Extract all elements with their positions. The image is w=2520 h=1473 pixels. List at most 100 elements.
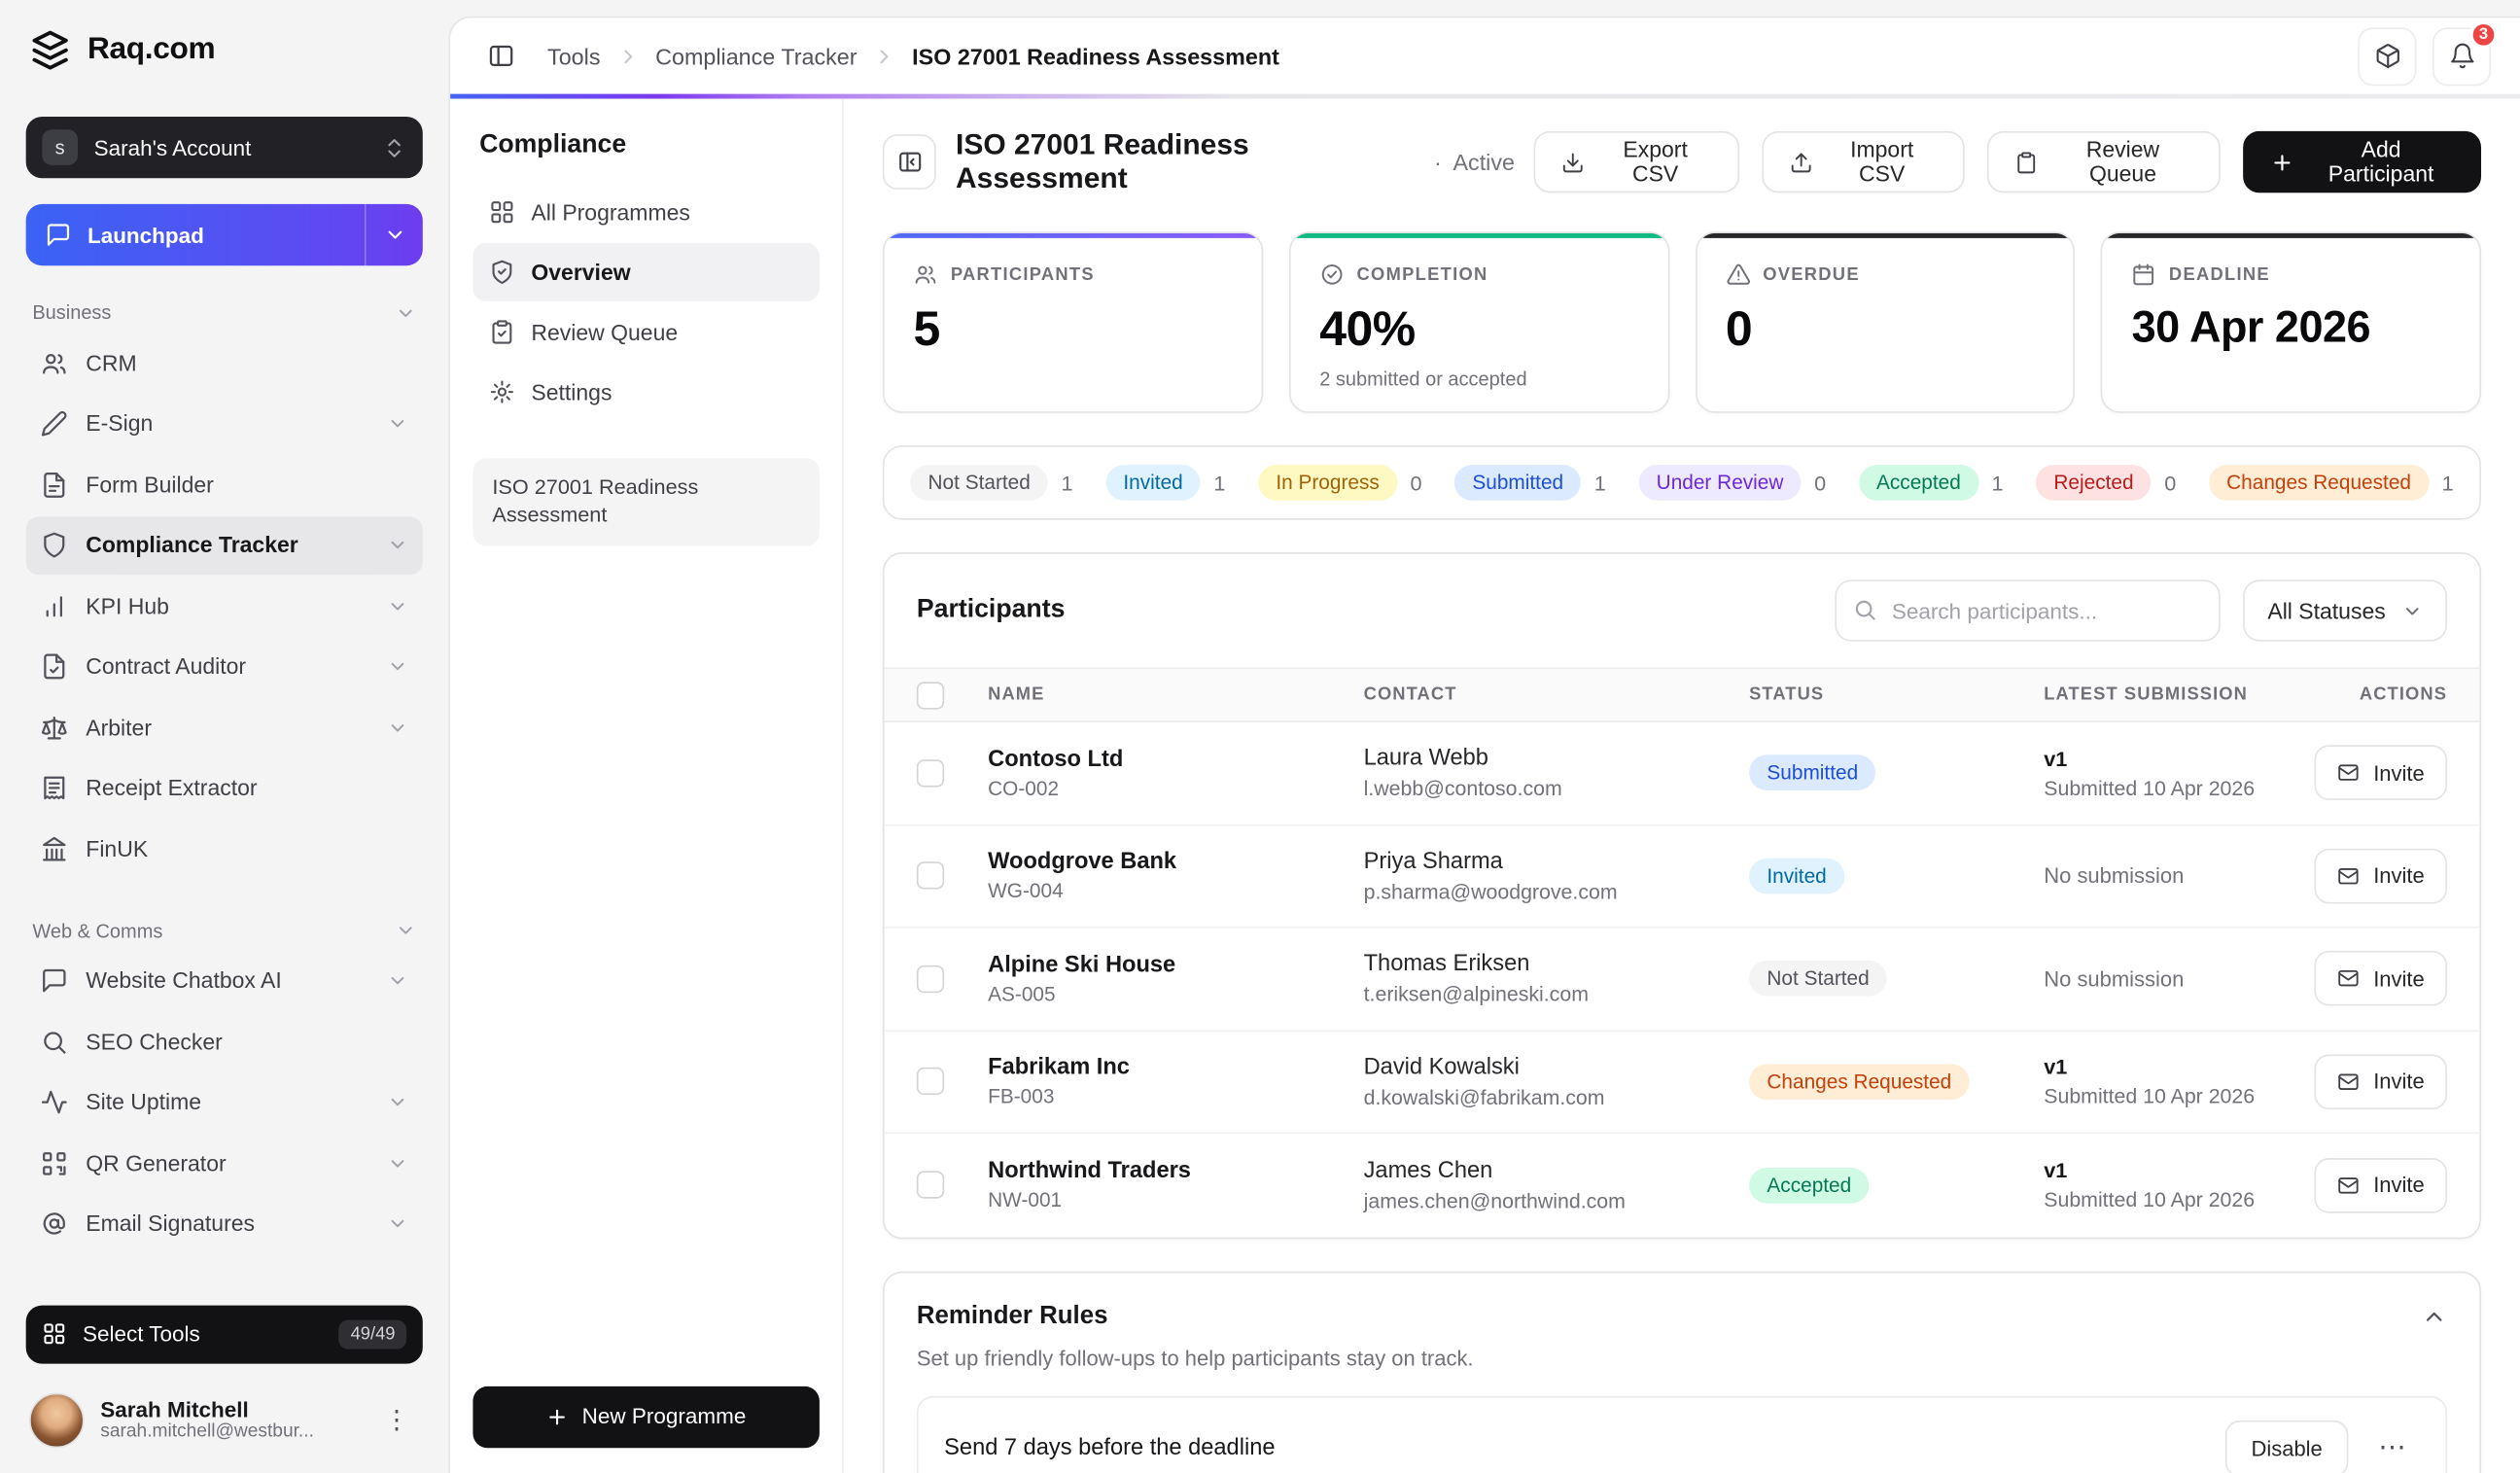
sidebar-item-seo-checker[interactable]: SEO Checker	[26, 1012, 423, 1070]
user-meta: Sarah Mitchell sarah.mitchell@westbur...	[100, 1398, 358, 1442]
status-badge: Accepted	[1749, 1167, 1870, 1204]
new-programme-button[interactable]: New Programme	[472, 1385, 820, 1448]
subnav-item-overview[interactable]: Overview	[472, 242, 820, 301]
stat-card-completion: COMPLETION 40% 2 submitted or accepted	[1288, 231, 1669, 413]
notifications-button[interactable]: 3	[2432, 19, 2498, 86]
mail-icon	[2338, 864, 2361, 887]
launchpad-button[interactable]: Launchpad	[25, 203, 423, 266]
invite-button[interactable]: Invite	[2315, 1157, 2448, 1213]
column-header-contact: CONTACT	[1363, 684, 1457, 705]
select-all-checkbox[interactable]	[916, 681, 945, 709]
participant-name: Alpine Ski House	[988, 952, 1176, 978]
stat-card-deadline: DEADLINE 30 Apr 2026	[2100, 231, 2482, 413]
status-separator: ·	[1434, 149, 1442, 175]
review-queue-button[interactable]: Review Queue	[1987, 130, 2221, 193]
column-header-actions: ACTIONS	[2359, 684, 2448, 705]
disable-button[interactable]: Disable	[2224, 1420, 2349, 1473]
sidebar-item-arbiter[interactable]: Arbiter	[26, 698, 423, 756]
status-count: 0	[1814, 470, 1827, 495]
status-summary-bar: Not Started 1 Invited 1 In Progress 0 Submi…	[882, 445, 2482, 520]
subnav-item-all-programmes[interactable]: All Programmes	[472, 183, 819, 241]
sidebar-item-site-uptime[interactable]: Site Uptime	[26, 1073, 423, 1132]
status-badge: Submitted	[1454, 465, 1582, 501]
chevron-up-icon[interactable]	[2421, 1303, 2447, 1329]
row-checkbox[interactable]	[916, 758, 945, 788]
sidebar-item-finuk[interactable]: FinUK	[26, 820, 423, 878]
row-checkbox[interactable]	[916, 1171, 945, 1200]
submission-version: v1	[2044, 1158, 2068, 1183]
programme-list-item[interactable]: ISO 27001 Readiness Assessment	[472, 458, 820, 546]
summary-in-progress: In Progress 0	[1257, 465, 1422, 501]
activity-icon	[41, 1088, 68, 1115]
section-business[interactable]: Business	[26, 301, 423, 324]
account-switcher[interactable]: s Sarah's Account	[25, 116, 423, 179]
more-options-icon[interactable]: ⋯	[2364, 1420, 2420, 1473]
sidebar-item-label: Email Signatures	[86, 1211, 256, 1237]
submission-version: v1	[2044, 746, 2068, 771]
participant-name: Contoso Ltd	[988, 746, 1124, 773]
status-filter-dropdown[interactable]: All Statuses	[2243, 579, 2448, 642]
sidebar-item-esign[interactable]: E-Sign	[26, 395, 423, 453]
subnav-item-settings[interactable]: Settings	[472, 363, 819, 421]
sidebar-toggle-button[interactable]	[476, 31, 525, 80]
mail-icon	[2338, 1070, 2361, 1093]
row-checkbox[interactable]	[916, 1068, 945, 1096]
mail-icon	[2338, 1174, 2361, 1196]
stat-card-participants: PARTICIPANTS 5	[882, 231, 1263, 413]
sidebar-item-form-builder[interactable]: Form Builder	[26, 455, 423, 513]
panel-left-icon	[487, 42, 514, 69]
sidebar-item-compliance-tracker[interactable]: Compliance Tracker	[25, 515, 423, 575]
subnav-item-review-queue[interactable]: Review Queue	[472, 303, 819, 362]
add-participant-button[interactable]: Add Participant	[2243, 130, 2482, 193]
invite-button[interactable]: Invite	[2315, 951, 2448, 1006]
sidebar-item-email-signatures[interactable]: Email Signatures	[26, 1195, 423, 1253]
sidebar-item-receipt-extractor[interactable]: Receipt Extractor	[26, 758, 423, 817]
status-text: Active	[1452, 149, 1516, 175]
panel-collapse-button[interactable]	[882, 134, 937, 190]
reminder-rule-row: Send 7 days before the deadline Disable …	[916, 1395, 2448, 1473]
chevron-down-icon	[387, 1152, 408, 1174]
status-filter-label: All Statuses	[2267, 598, 2386, 623]
sidebar-item-contract-auditor[interactable]: Contract Auditor	[26, 637, 423, 695]
topbar-actions: 3	[2358, 19, 2498, 86]
alert-triangle-icon	[1726, 263, 1750, 287]
sidebar-item-label: Contract Auditor	[86, 653, 247, 679]
user-profile[interactable]: Sarah Mitchell sarah.mitchell@westbur...…	[26, 1385, 423, 1456]
package-icon	[2373, 42, 2400, 69]
shield-check-icon	[489, 260, 515, 286]
sidebar-item-crm[interactable]: CRM	[26, 333, 423, 392]
chat-icon	[41, 966, 68, 994]
account-initial-badge: s	[42, 129, 78, 165]
apps-package-button[interactable]	[2358, 26, 2417, 86]
sidebar-item-kpi-hub[interactable]: KPI Hub	[26, 577, 423, 635]
user-email: sarah.mitchell@westbur...	[100, 1421, 314, 1442]
stat-accent-bar	[884, 232, 1262, 238]
invite-button[interactable]: Invite	[2315, 848, 2448, 904]
sidebar-item-qr-generator[interactable]: QR Generator	[26, 1134, 423, 1192]
invite-button[interactable]: Invite	[2315, 1054, 2448, 1109]
sidebar-item-website-chatbox-ai[interactable]: Website Chatbox AI	[26, 952, 423, 1010]
status-badge: Rejected	[2036, 465, 2152, 501]
mail-icon	[2338, 967, 2361, 990]
select-tools-button[interactable]: Select Tools 49/49	[25, 1304, 423, 1363]
section-web-comms[interactable]: Web & Comms	[26, 919, 423, 942]
submission-date: No submission	[2044, 863, 2185, 889]
search-icon	[41, 1028, 68, 1055]
search-input[interactable]	[1835, 579, 2222, 642]
new-programme-label: New Programme	[581, 1404, 747, 1429]
row-checkbox[interactable]	[916, 964, 945, 993]
breadcrumb-compliance-tracker[interactable]: Compliance Tracker	[655, 43, 857, 69]
export-csv-button[interactable]: Export CSV	[1533, 130, 1739, 193]
section-label: Business	[32, 300, 112, 325]
breadcrumb-tools[interactable]: Tools	[547, 43, 600, 69]
invite-button[interactable]: Invite	[2315, 745, 2448, 801]
chat-icon	[46, 222, 72, 248]
bell-icon	[2448, 42, 2475, 69]
dots-vertical-icon[interactable]: ⋮	[374, 1397, 420, 1443]
stat-subtext: 2 submitted or accepted	[1319, 368, 1527, 391]
row-checkbox[interactable]	[916, 861, 945, 890]
launchpad-expand-button[interactable]	[364, 203, 423, 266]
import-csv-button[interactable]: Import CSV	[1761, 130, 1965, 193]
brand-logo[interactable]: Raq.com	[26, 26, 423, 75]
plus-icon	[546, 1405, 569, 1427]
